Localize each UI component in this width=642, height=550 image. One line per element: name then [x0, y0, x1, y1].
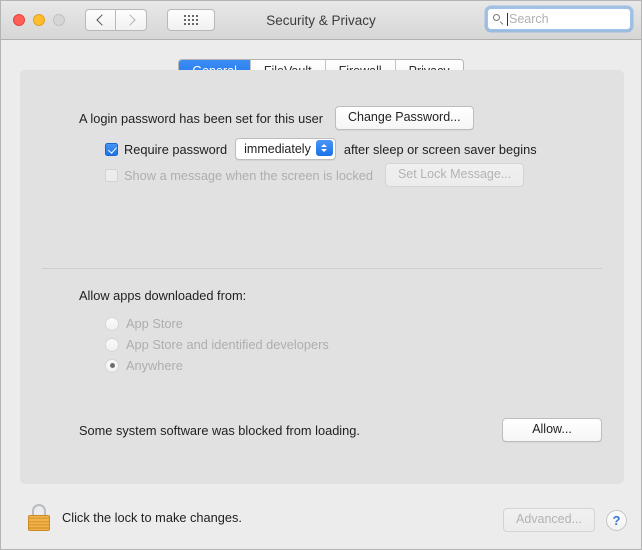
section-divider: [42, 268, 602, 269]
radio-button-app-store: [105, 316, 119, 331]
show-all-button[interactable]: [167, 9, 215, 31]
help-button[interactable]: ?: [606, 509, 627, 531]
radio-button-identified-developers: [105, 337, 119, 352]
blocked-software-text: Some system software was blocked from lo…: [79, 422, 360, 438]
set-lock-message-button: Set Lock Message...: [384, 163, 525, 187]
lock-instruction-text: Click the lock to make changes.: [62, 510, 242, 525]
require-password-checkbox[interactable]: [105, 142, 118, 156]
radio-label-app-store: App Store: [126, 316, 183, 331]
show-lock-message-checkbox[interactable]: [105, 168, 118, 182]
text-caret: [507, 12, 508, 26]
radio-label-identified-developers: App Store and identified developers: [126, 337, 329, 352]
radio-option-identified-developers: App Store and identified developers: [105, 334, 329, 355]
back-button[interactable]: [85, 9, 116, 31]
general-tab-panel: A login password has been set for this u…: [20, 70, 624, 484]
allow-apps-radio-group: App Store App Store and identified devel…: [105, 313, 329, 376]
window-titlebar: Security & Privacy Search: [1, 1, 641, 40]
allow-blocked-software-button[interactable]: Allow...: [502, 418, 602, 442]
grid-icon: [184, 15, 198, 25]
radio-label-anywhere: Anywhere: [126, 358, 183, 373]
require-password-delay-select[interactable]: immediately: [235, 138, 336, 160]
lock-closed-icon[interactable]: [28, 504, 50, 531]
blocked-software-row: Some system software was blocked from lo…: [79, 418, 602, 442]
change-password-button[interactable]: Change Password...: [335, 106, 474, 130]
allow-apps-heading: Allow apps downloaded from:: [79, 288, 247, 303]
traffic-light-buttons: [13, 14, 65, 26]
close-window-button[interactable]: [13, 14, 25, 26]
search-icon: [493, 13, 504, 25]
radio-option-app-store: App Store: [105, 313, 329, 334]
radio-button-anywhere: [105, 358, 119, 373]
show-lock-message-row: Show a message when the screen is locked…: [105, 163, 525, 187]
login-password-row: A login password has been set for this u…: [79, 106, 474, 130]
minimize-window-button[interactable]: [33, 14, 45, 26]
security-privacy-window: Security & Privacy Search General FileVa…: [0, 0, 642, 550]
zoom-window-button: [53, 14, 65, 26]
require-password-row: Require password immediately after sleep…: [105, 138, 537, 160]
require-password-suffix-label: after sleep or screen saver begins: [343, 141, 537, 157]
search-field[interactable]: Search: [487, 8, 631, 30]
footer-actions: Advanced... ?: [502, 508, 627, 532]
lock-control[interactable]: Click the lock to make changes.: [28, 504, 242, 531]
advanced-button: Advanced...: [502, 508, 595, 532]
require-password-delay-value: immediately: [244, 142, 311, 156]
search-placeholder: Search: [509, 12, 549, 26]
require-password-label: Require password: [124, 141, 228, 157]
forward-button: [116, 9, 147, 31]
chevron-right-icon: [123, 14, 136, 26]
show-lock-message-label: Show a message when the screen is locked: [124, 167, 373, 183]
chevron-left-icon: [96, 14, 108, 26]
chevron-updown-icon: [315, 140, 333, 156]
radio-option-anywhere: Anywhere: [105, 355, 329, 376]
login-password-status-text: A login password has been set for this u…: [79, 110, 323, 126]
navigation-buttons: [85, 9, 147, 31]
